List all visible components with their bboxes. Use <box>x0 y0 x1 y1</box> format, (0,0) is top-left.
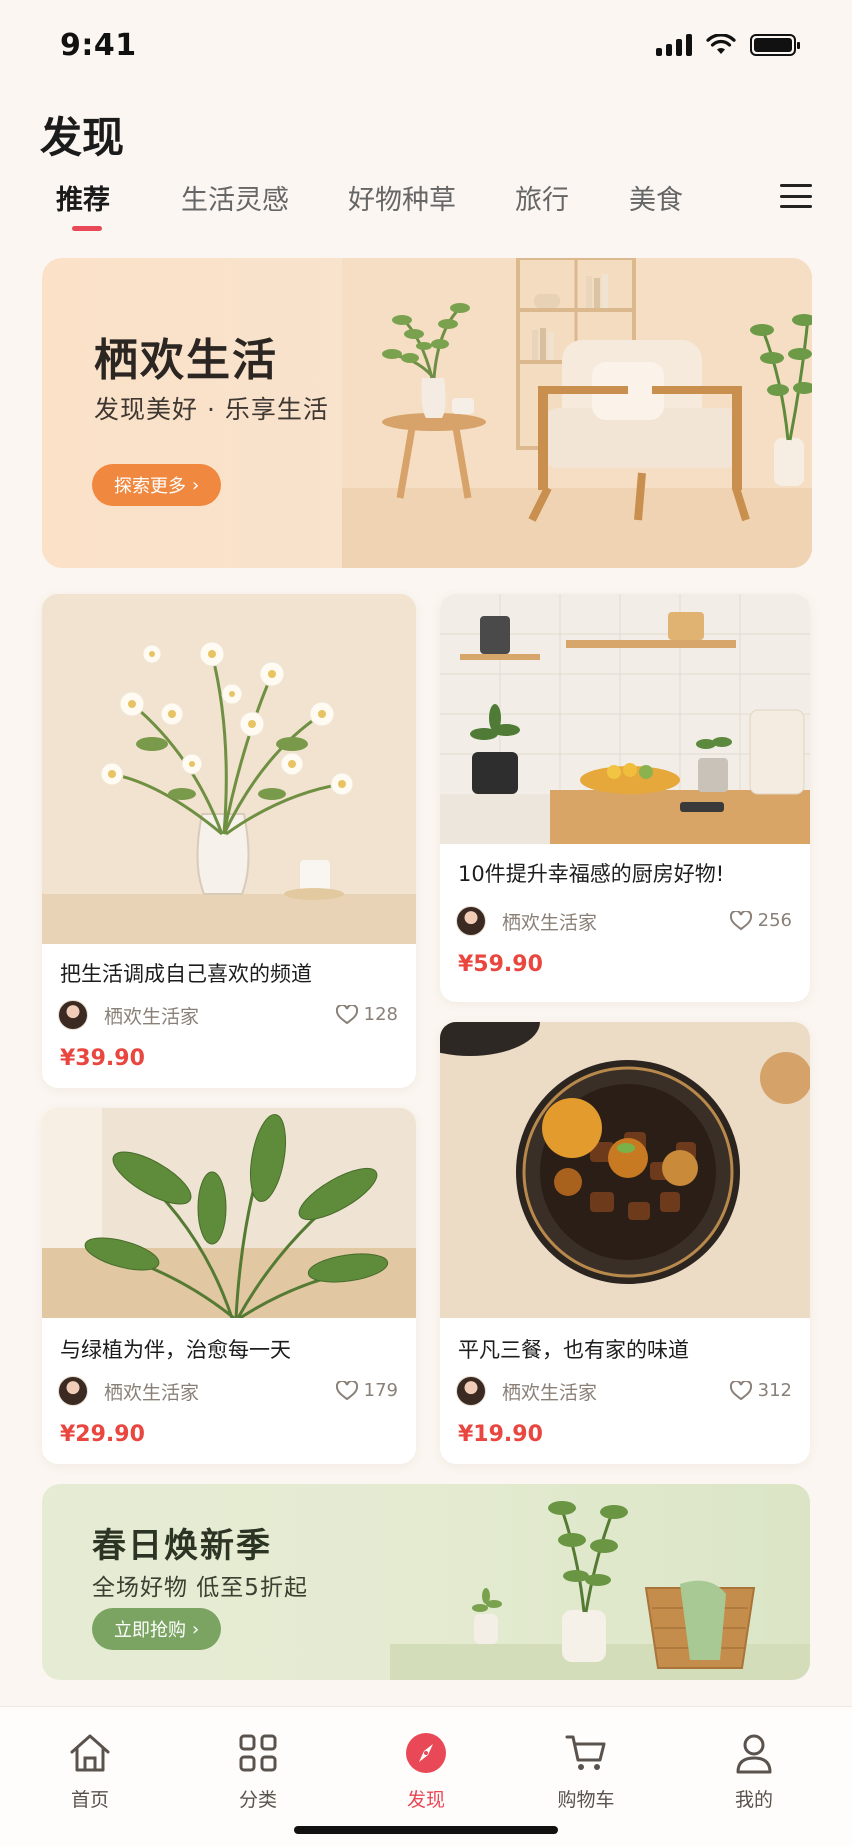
tabbar-cart[interactable]: 购物车 <box>526 1729 646 1812</box>
spring-decor-illustration <box>390 1501 810 1680</box>
tab-recommend[interactable]: 推荐 <box>56 178 110 217</box>
tabbar-label: 发现 <box>406 1789 445 1811</box>
compass-icon <box>406 1733 446 1773</box>
tabbar-label: 首页 <box>70 1789 109 1811</box>
wifi-icon <box>706 34 736 54</box>
flower-vase-image <box>42 594 416 944</box>
card-price: ¥19.90 <box>458 1422 543 1447</box>
active-tab-indicator <box>72 226 102 231</box>
card-title: 平凡三餐，也有家的味道 <box>458 1338 689 1362</box>
like-count: 312 <box>757 1380 792 1401</box>
buy-now-label: 立即抢购 <box>114 1620 186 1641</box>
battery-icon <box>750 34 800 56</box>
explore-more-button[interactable]: 探索更多 › <box>92 464 222 506</box>
buy-now-button[interactable]: 立即抢购 › <box>92 1608 222 1650</box>
card-price: ¥59.90 <box>458 952 543 977</box>
avatar <box>58 1376 88 1406</box>
grid-icon <box>239 1734 277 1772</box>
tabbar-discover[interactable]: 发现 <box>366 1729 486 1812</box>
tab-food[interactable]: 美食 <box>629 178 683 217</box>
status-bar: 9:41 <box>0 0 852 90</box>
bottom-tab-bar: 首页 分类 发现 购物车 我的 <box>0 1706 852 1846</box>
explore-more-label: 探索更多 <box>114 476 186 497</box>
heart-icon <box>335 1380 358 1400</box>
category-tabs: 推荐 生活灵感 好物种草 旅行 美食 <box>0 178 852 238</box>
tabbar-label: 购物车 <box>557 1789 615 1811</box>
home-indicator <box>294 1826 558 1834</box>
avatar <box>456 1376 486 1406</box>
heart-icon <box>729 1380 752 1400</box>
cart-icon <box>565 1735 606 1770</box>
promo-title: 春日焕新季 <box>92 1526 272 1566</box>
promo-subtitle: 全场好物 低至5折起 <box>92 1575 308 1601</box>
product-card-1[interactable]: 把生活调成自己喜欢的频道 栖欢生活家 128 ¥39.90 <box>42 594 416 1088</box>
card-author: 栖欢生活家 <box>502 912 598 934</box>
card-title: 与绿植为伴，治愈每一天 <box>60 1338 291 1362</box>
like-count: 128 <box>363 1004 398 1025</box>
living-room-illustration <box>342 258 812 568</box>
card-title: 把生活调成自己喜欢的频道 <box>60 962 312 986</box>
card-author: 栖欢生活家 <box>104 1382 200 1404</box>
status-time: 9:41 <box>60 27 137 63</box>
spring-promo-banner[interactable]: 春日焕新季 全场好物 低至5折起 立即抢购 › <box>42 1484 810 1680</box>
card-author: 栖欢生活家 <box>104 1006 200 1028</box>
kitchen-image <box>440 594 810 844</box>
page-title: 发现 <box>40 113 125 162</box>
tab-life-inspiration[interactable]: 生活灵感 <box>181 178 289 217</box>
tab-travel[interactable]: 旅行 <box>515 178 569 217</box>
tabbar-category[interactable]: 分类 <box>198 1729 318 1812</box>
card-price: ¥39.90 <box>60 1046 145 1071</box>
tabbar-label: 我的 <box>734 1789 773 1811</box>
like-button[interactable]: 256 <box>729 910 792 931</box>
tabbar-home[interactable]: 首页 <box>30 1729 150 1812</box>
avatar <box>456 906 486 936</box>
tabbar-label: 分类 <box>238 1789 277 1811</box>
tabbar-profile[interactable]: 我的 <box>694 1729 814 1812</box>
card-author: 栖欢生活家 <box>502 1382 598 1404</box>
menu-icon[interactable] <box>780 184 812 208</box>
card-title: 10件提升幸福感的厨房好物! <box>458 862 725 886</box>
product-card-4[interactable]: 平凡三餐，也有家的味道 栖欢生活家 312 ¥19.90 <box>440 1022 810 1464</box>
chevron-right-icon: › <box>192 474 200 496</box>
like-count: 256 <box>757 910 792 931</box>
banner-subtitle: 发现美好 · 乐享生活 <box>94 395 329 424</box>
home-icon <box>70 1734 110 1772</box>
status-icons <box>656 34 800 56</box>
banner-title: 栖欢生活 <box>94 335 278 386</box>
heart-icon <box>335 1004 358 1024</box>
green-plant-image <box>42 1108 416 1318</box>
like-count: 179 <box>363 1380 398 1401</box>
user-icon <box>736 1734 772 1774</box>
tab-good-products[interactable]: 好物种草 <box>348 178 456 217</box>
avatar <box>58 1000 88 1030</box>
product-card-3[interactable]: 与绿植为伴，治愈每一天 栖欢生活家 179 ¥29.90 <box>42 1108 416 1464</box>
signal-icon <box>656 34 692 56</box>
hero-banner[interactable]: 栖欢生活 发现美好 · 乐享生活 探索更多 › <box>42 258 812 568</box>
like-button[interactable]: 312 <box>729 1380 792 1401</box>
heart-icon <box>729 910 752 930</box>
like-button[interactable]: 128 <box>335 1004 398 1025</box>
product-card-2[interactable]: 10件提升幸福感的厨房好物! 栖欢生活家 256 ¥59.90 <box>440 594 810 1002</box>
home-meal-image <box>440 1022 810 1318</box>
like-button[interactable]: 179 <box>335 1380 398 1401</box>
chevron-right-icon: › <box>192 1618 200 1640</box>
card-price: ¥29.90 <box>60 1422 145 1447</box>
